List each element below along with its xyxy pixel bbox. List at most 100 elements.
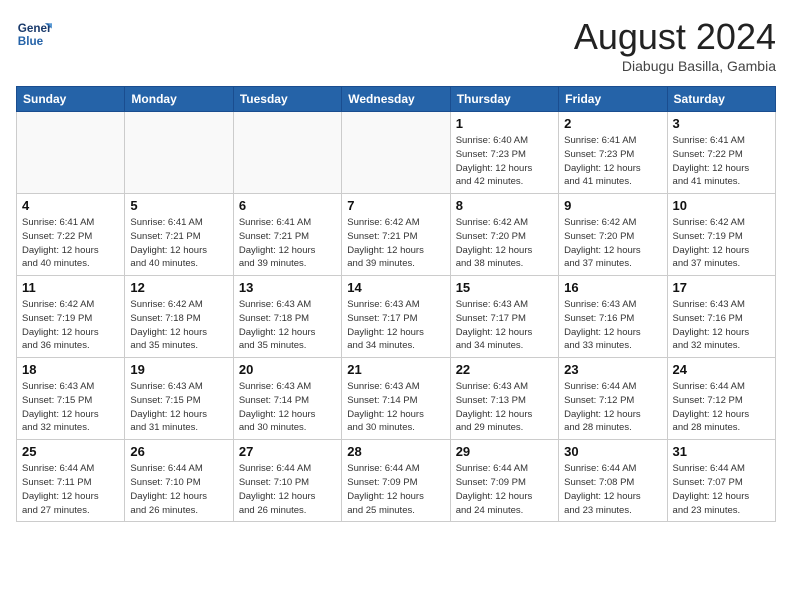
day-info: Sunrise: 6:44 AM Sunset: 7:12 PM Dayligh… [564,380,661,435]
day-number: 8 [456,198,553,213]
day-number: 17 [673,280,770,295]
calendar-cell: 26Sunrise: 6:44 AM Sunset: 7:10 PM Dayli… [125,440,233,522]
calendar-cell: 11 Sunrise: 6:42 AM Sunset: 7:19 PM Dayli… [17,276,125,358]
day-info: Sunrise: 6:43 AM Sunset: 7:16 PM Dayligh… [673,298,770,353]
calendar-cell: 16 Sunrise: 6:43 AM Sunset: 7:16 PM Dayli… [559,276,667,358]
day-number: 4 [22,198,119,213]
weekday-header-thursday: Thursday [450,87,558,112]
calendar-cell: 29 Sunrise: 6:44 AM Sunset: 7:09 PM Dayli… [450,440,558,522]
calendar-week-row-3: 11 Sunrise: 6:42 AM Sunset: 7:19 PM Dayli… [17,276,776,358]
day-info: Sunrise: 6:44 AM Sunset: 7:11 PM Dayligh… [22,462,119,517]
day-info: Sunrise: 6:43 AM Sunset: 7:15 PM Dayligh… [22,380,119,435]
day-info: Sunrise: 6:43 AM Sunset: 7:16 PM Dayligh… [564,298,661,353]
weekday-header-sunday: Sunday [17,87,125,112]
day-info: Sunrise: 6:43 AM Sunset: 7:15 PM Dayligh… [130,380,227,435]
calendar-cell: 12Sunrise: 6:42 AM Sunset: 7:18 PM Dayli… [125,276,233,358]
logo: General Blue [16,16,52,52]
calendar-cell: 21Sunrise: 6:43 AM Sunset: 7:14 PM Dayli… [342,358,450,440]
day-number: 22 [456,362,553,377]
calendar-week-row-1: 1 Sunrise: 6:40 AM Sunset: 7:23 PM Daylig… [17,112,776,194]
day-number: 1 [456,116,553,131]
calendar-cell: 30 Sunrise: 6:44 AM Sunset: 7:08 PM Dayli… [559,440,667,522]
day-number: 25 [22,444,119,459]
day-info: Sunrise: 6:44 AM Sunset: 7:09 PM Dayligh… [347,462,444,517]
day-number: 10 [673,198,770,213]
day-number: 26 [130,444,227,459]
day-info: Sunrise: 6:43 AM Sunset: 7:14 PM Dayligh… [347,380,444,435]
day-number: 3 [673,116,770,131]
day-info: Sunrise: 6:43 AM Sunset: 7:14 PM Dayligh… [239,380,336,435]
calendar-week-row-4: 18 Sunrise: 6:43 AM Sunset: 7:15 PM Dayli… [17,358,776,440]
calendar-table: SundayMondayTuesdayWednesdayThursdayFrid… [16,86,776,522]
day-number: 11 [22,280,119,295]
day-number: 27 [239,444,336,459]
day-number: 15 [456,280,553,295]
day-info: Sunrise: 6:40 AM Sunset: 7:23 PM Dayligh… [456,134,553,189]
day-info: Sunrise: 6:42 AM Sunset: 7:21 PM Dayligh… [347,216,444,271]
day-number: 12 [130,280,227,295]
day-number: 28 [347,444,444,459]
page-header: General Blue August 2024 Diabugu Basilla… [16,16,776,74]
day-number: 29 [456,444,553,459]
day-info: Sunrise: 6:41 AM Sunset: 7:22 PM Dayligh… [22,216,119,271]
calendar-cell [342,112,450,194]
calendar-cell: 10 Sunrise: 6:42 AM Sunset: 7:19 PM Dayli… [667,194,775,276]
svg-text:Blue: Blue [18,35,44,48]
day-info: Sunrise: 6:41 AM Sunset: 7:23 PM Dayligh… [564,134,661,189]
day-info: Sunrise: 6:44 AM Sunset: 7:10 PM Dayligh… [239,462,336,517]
calendar-cell: 23 Sunrise: 6:44 AM Sunset: 7:12 PM Dayli… [559,358,667,440]
calendar-cell: 28 Sunrise: 6:44 AM Sunset: 7:09 PM Dayli… [342,440,450,522]
day-number: 23 [564,362,661,377]
location-subtitle: Diabugu Basilla, Gambia [574,58,776,74]
calendar-cell: 6 Sunrise: 6:41 AM Sunset: 7:21 PM Daylig… [233,194,341,276]
day-info: Sunrise: 6:42 AM Sunset: 7:19 PM Dayligh… [22,298,119,353]
day-info: Sunrise: 6:41 AM Sunset: 7:21 PM Dayligh… [130,216,227,271]
calendar-cell: 24Sunrise: 6:44 AM Sunset: 7:12 PM Dayli… [667,358,775,440]
calendar-cell: 2 Sunrise: 6:41 AM Sunset: 7:23 PM Daylig… [559,112,667,194]
calendar-cell: 4 Sunrise: 6:41 AM Sunset: 7:22 PM Daylig… [17,194,125,276]
day-number: 18 [22,362,119,377]
day-number: 19 [130,362,227,377]
calendar-cell: 15Sunrise: 6:43 AM Sunset: 7:17 PM Dayli… [450,276,558,358]
calendar-cell [125,112,233,194]
day-info: Sunrise: 6:44 AM Sunset: 7:08 PM Dayligh… [564,462,661,517]
calendar-cell: 1 Sunrise: 6:40 AM Sunset: 7:23 PM Daylig… [450,112,558,194]
day-info: Sunrise: 6:41 AM Sunset: 7:21 PM Dayligh… [239,216,336,271]
day-info: Sunrise: 6:44 AM Sunset: 7:09 PM Dayligh… [456,462,553,517]
day-number: 20 [239,362,336,377]
day-info: Sunrise: 6:42 AM Sunset: 7:20 PM Dayligh… [564,216,661,271]
weekday-header-tuesday: Tuesday [233,87,341,112]
day-number: 6 [239,198,336,213]
calendar-cell: 13 Sunrise: 6:43 AM Sunset: 7:18 PM Dayli… [233,276,341,358]
calendar-cell: 7 Sunrise: 6:42 AM Sunset: 7:21 PM Daylig… [342,194,450,276]
calendar-week-row-5: 25 Sunrise: 6:44 AM Sunset: 7:11 PM Dayli… [17,440,776,522]
calendar-cell: 9 Sunrise: 6:42 AM Sunset: 7:20 PM Daylig… [559,194,667,276]
day-number: 9 [564,198,661,213]
day-number: 31 [673,444,770,459]
day-info: Sunrise: 6:43 AM Sunset: 7:18 PM Dayligh… [239,298,336,353]
calendar-cell: 25 Sunrise: 6:44 AM Sunset: 7:11 PM Dayli… [17,440,125,522]
calendar-cell: 14 Sunrise: 6:43 AM Sunset: 7:17 PM Dayli… [342,276,450,358]
calendar-cell: 5 Sunrise: 6:41 AM Sunset: 7:21 PM Daylig… [125,194,233,276]
day-number: 7 [347,198,444,213]
calendar-cell: 3Sunrise: 6:41 AM Sunset: 7:22 PM Daylig… [667,112,775,194]
logo-icon: General Blue [16,16,52,52]
day-number: 2 [564,116,661,131]
calendar-cell: 8 Sunrise: 6:42 AM Sunset: 7:20 PM Daylig… [450,194,558,276]
day-number: 14 [347,280,444,295]
title-block: August 2024 Diabugu Basilla, Gambia [574,16,776,74]
calendar-week-row-2: 4 Sunrise: 6:41 AM Sunset: 7:22 PM Daylig… [17,194,776,276]
calendar-cell [233,112,341,194]
calendar-cell [17,112,125,194]
day-info: Sunrise: 6:44 AM Sunset: 7:12 PM Dayligh… [673,380,770,435]
day-info: Sunrise: 6:42 AM Sunset: 7:20 PM Dayligh… [456,216,553,271]
calendar-cell: 27 Sunrise: 6:44 AM Sunset: 7:10 PM Dayli… [233,440,341,522]
day-number: 13 [239,280,336,295]
day-number: 30 [564,444,661,459]
month-year-title: August 2024 [574,16,776,58]
day-info: Sunrise: 6:42 AM Sunset: 7:19 PM Dayligh… [673,216,770,271]
day-number: 16 [564,280,661,295]
day-info: Sunrise: 6:43 AM Sunset: 7:17 PM Dayligh… [347,298,444,353]
weekday-header-monday: Monday [125,87,233,112]
day-number: 5 [130,198,227,213]
